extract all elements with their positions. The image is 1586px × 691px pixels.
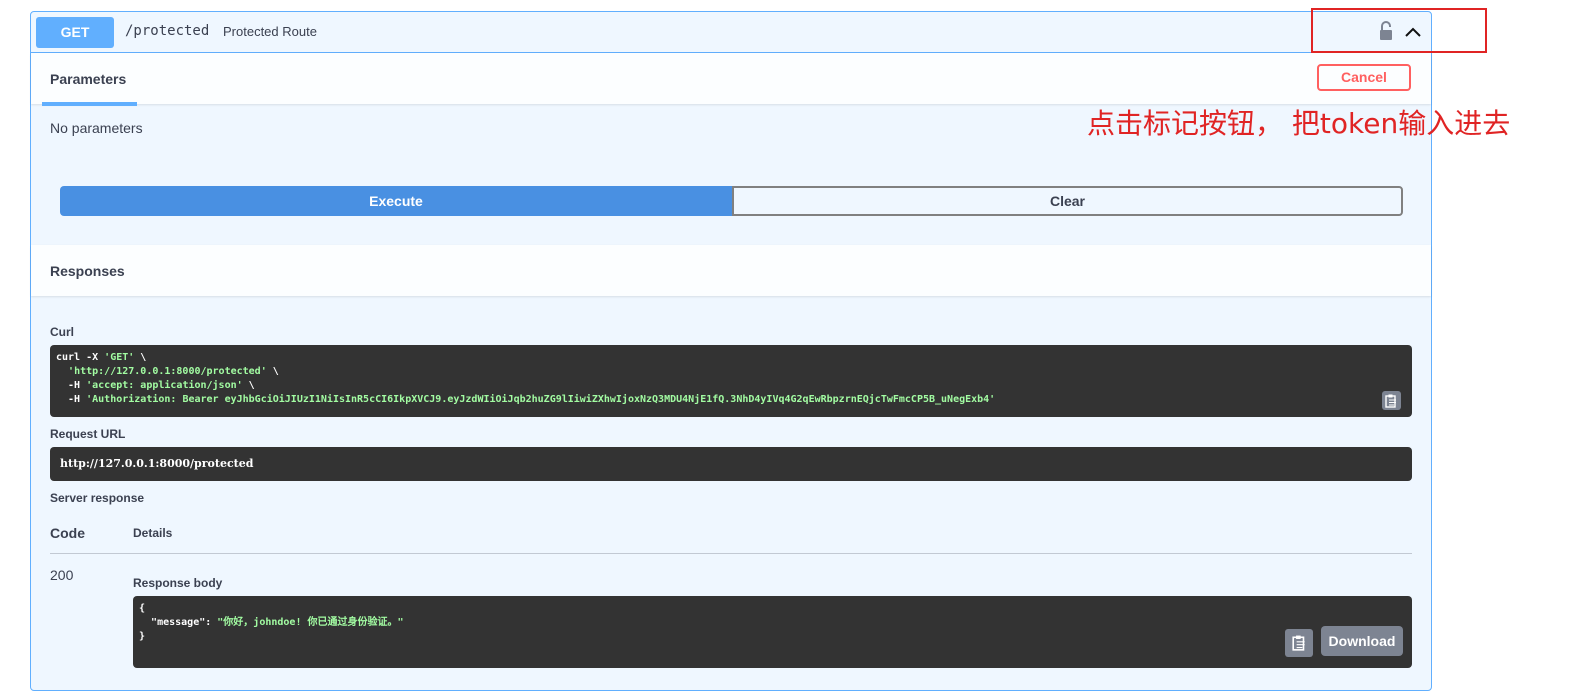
server-response-label: Server response (50, 491, 145, 505)
parameters-header: Parameters Cancel (31, 53, 1431, 106)
response-body-line: } (139, 631, 146, 642)
annotation-text: 点击标记按钮， 把token输入进去 (1087, 107, 1511, 140)
response-body-block[interactable]: { "message": "你好，johndoe! 你已通过身份验证。" } (133, 596, 1412, 668)
response-body-line: { (139, 603, 146, 614)
curl-line: 'http://127.0.0.1:8000/protected' \ (68, 366, 279, 377)
operation-summary-text: Protected Route (223, 24, 317, 39)
details-column-header: Details (133, 526, 173, 540)
curl-line: -H 'Authorization: Bearer eyJhbGciOiJIUz… (56, 394, 996, 405)
curl-label: Curl (50, 325, 74, 339)
no-parameters-text: No parameters (50, 120, 143, 136)
operation-path: /protected (125, 23, 210, 39)
tab-parameters-label: Parameters (50, 71, 127, 87)
annotation-highlight-box (1311, 8, 1487, 53)
response-body-line: "message": "你好，johndoe! 你已通过身份验证。" (151, 617, 404, 628)
method-badge: GET (36, 17, 114, 48)
clipboard-icon[interactable] (1285, 629, 1313, 657)
responses-header: Responses (31, 245, 1431, 296)
response-status-code: 200 (50, 567, 74, 583)
curl-code-block[interactable]: curl -X 'GET' \ 'http://127.0.0.1:8000/p… (50, 345, 1412, 417)
execute-wrapper: Execute Clear (60, 186, 1403, 216)
tab-parameters[interactable]: Parameters (42, 53, 137, 106)
request-url-value[interactable]: http://127.0.0.1:8000/protected (50, 447, 1412, 481)
response-table-divider (50, 553, 1412, 554)
code-column-header: Code (50, 525, 85, 541)
request-url-label: Request URL (50, 427, 126, 441)
curl-line: curl -X 'GET' \ (56, 352, 147, 363)
curl-line: -H 'accept: application/json' \ (56, 380, 255, 391)
cancel-button[interactable]: Cancel (1317, 64, 1411, 91)
clear-button[interactable]: Clear (732, 186, 1403, 216)
execute-button[interactable]: Execute (60, 186, 732, 216)
operation-summary[interactable]: GET /protected Protected Route (31, 12, 1431, 53)
responses-title: Responses (50, 263, 125, 279)
clipboard-icon[interactable] (1382, 391, 1401, 410)
response-body-label: Response body (133, 576, 223, 590)
download-button[interactable]: Download (1321, 626, 1403, 656)
